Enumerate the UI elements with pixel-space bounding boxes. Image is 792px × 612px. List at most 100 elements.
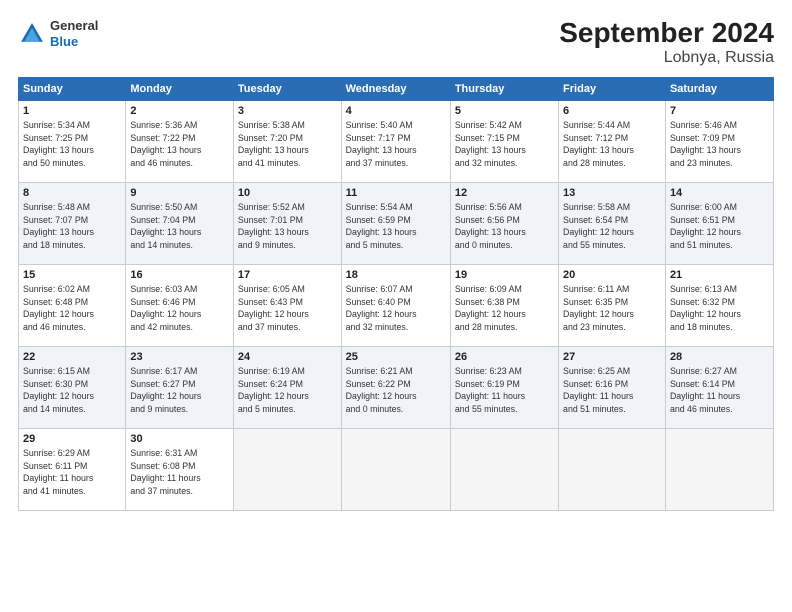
- day-number: 5: [455, 105, 554, 117]
- day-number: 1: [23, 105, 121, 117]
- table-row: [341, 428, 450, 510]
- logo-icon: [18, 20, 46, 48]
- day-info: Sunrise: 5:42 AM Sunset: 7:15 PM Dayligh…: [455, 119, 554, 170]
- day-info: Sunrise: 6:03 AM Sunset: 6:46 PM Dayligh…: [130, 283, 229, 334]
- day-number: 14: [670, 187, 769, 199]
- table-row: 3Sunrise: 5:38 AM Sunset: 7:20 PM Daylig…: [233, 100, 341, 182]
- col-sunday: Sunday: [19, 77, 126, 100]
- calendar-header-row: Sunday Monday Tuesday Wednesday Thursday…: [19, 77, 774, 100]
- table-row: 6 Sunrise: 5:44 AM Sunset: 7:12 PM Daylig…: [559, 100, 666, 182]
- day-info: Sunrise: 5:36 AM Sunset: 7:22 PM Dayligh…: [130, 119, 229, 170]
- table-row: [559, 428, 666, 510]
- day-info: Sunrise: 6:19 AM Sunset: 6:24 PM Dayligh…: [238, 365, 337, 416]
- day-number: 27: [563, 351, 661, 363]
- day-info: Sunrise: 6:21 AM Sunset: 6:22 PM Dayligh…: [346, 365, 446, 416]
- day-number: 21: [670, 269, 769, 281]
- table-row: 12 Sunrise: 5:56 AM Sunset: 6:56 PM Dayli…: [450, 182, 558, 264]
- table-row: 10Sunrise: 5:52 AM Sunset: 7:01 PM Dayli…: [233, 182, 341, 264]
- logo-blue: Blue: [50, 34, 98, 50]
- col-friday: Friday: [559, 77, 666, 100]
- table-row: 20Sunrise: 6:11 AM Sunset: 6:35 PM Dayli…: [559, 264, 666, 346]
- table-row: 26 Sunrise: 6:23 AM Sunset: 6:19 PM Dayli…: [450, 346, 558, 428]
- table-row: 24 Sunrise: 6:19 AM Sunset: 6:24 PM Dayli…: [233, 346, 341, 428]
- day-info: Sunrise: 5:34 AM Sunset: 7:25 PM Dayligh…: [23, 119, 121, 170]
- day-number: 9: [130, 187, 229, 199]
- calendar-week-row: 1 Sunrise: 5:34 AM Sunset: 7:25 PM Daylig…: [19, 100, 774, 182]
- day-info: Sunrise: 5:40 AM Sunset: 7:17 PM Dayligh…: [346, 119, 446, 170]
- day-info: Sunrise: 6:09 AM Sunset: 6:38 PM Dayligh…: [455, 283, 554, 334]
- day-number: 8: [23, 187, 121, 199]
- table-row: 7 Sunrise: 5:46 AM Sunset: 7:09 PM Daylig…: [665, 100, 773, 182]
- col-wednesday: Wednesday: [341, 77, 450, 100]
- day-info: Sunrise: 6:23 AM Sunset: 6:19 PM Dayligh…: [455, 365, 554, 416]
- table-row: 23 Sunrise: 6:17 AM Sunset: 6:27 PM Dayli…: [126, 346, 234, 428]
- day-info: Sunrise: 6:00 AM Sunset: 6:51 PM Dayligh…: [670, 201, 769, 252]
- table-row: 1 Sunrise: 5:34 AM Sunset: 7:25 PM Daylig…: [19, 100, 126, 182]
- day-number: 24: [238, 351, 337, 363]
- day-info: Sunrise: 5:52 AM Sunset: 7:01 PM Dayligh…: [238, 201, 337, 252]
- day-info: Sunrise: 5:46 AM Sunset: 7:09 PM Dayligh…: [670, 119, 769, 170]
- day-info: Sunrise: 6:27 AM Sunset: 6:14 PM Dayligh…: [670, 365, 769, 416]
- day-info: Sunrise: 6:29 AM Sunset: 6:11 PM Dayligh…: [23, 447, 121, 498]
- day-info: Sunrise: 5:50 AM Sunset: 7:04 PM Dayligh…: [130, 201, 229, 252]
- day-info: Sunrise: 6:05 AM Sunset: 6:43 PM Dayligh…: [238, 283, 337, 334]
- day-info: Sunrise: 6:17 AM Sunset: 6:27 PM Dayligh…: [130, 365, 229, 416]
- calendar-week-row: 22 Sunrise: 6:15 AM Sunset: 6:30 PM Dayli…: [19, 346, 774, 428]
- day-number: 6: [563, 105, 661, 117]
- title-area: September 2024 Lobnya, Russia: [559, 18, 774, 67]
- header: General Blue September 2024 Lobnya, Russ…: [18, 18, 774, 67]
- table-row: 22 Sunrise: 6:15 AM Sunset: 6:30 PM Dayli…: [19, 346, 126, 428]
- table-row: 28Sunrise: 6:27 AM Sunset: 6:14 PM Dayli…: [665, 346, 773, 428]
- day-number: 15: [23, 269, 121, 281]
- day-number: 4: [346, 105, 446, 117]
- calendar-week-row: 8 Sunrise: 5:48 AM Sunset: 7:07 PM Daylig…: [19, 182, 774, 264]
- page-title: September 2024: [559, 18, 774, 49]
- col-monday: Monday: [126, 77, 234, 100]
- table-row: 11 Sunrise: 5:54 AM Sunset: 6:59 PM Dayli…: [341, 182, 450, 264]
- day-info: Sunrise: 5:56 AM Sunset: 6:56 PM Dayligh…: [455, 201, 554, 252]
- day-number: 19: [455, 269, 554, 281]
- day-info: Sunrise: 6:07 AM Sunset: 6:40 PM Dayligh…: [346, 283, 446, 334]
- col-tuesday: Tuesday: [233, 77, 341, 100]
- day-number: 26: [455, 351, 554, 363]
- table-row: [665, 428, 773, 510]
- day-number: 20: [563, 269, 661, 281]
- day-number: 13: [563, 187, 661, 199]
- day-number: 22: [23, 351, 121, 363]
- day-number: 17: [238, 269, 337, 281]
- table-row: 25Sunrise: 6:21 AM Sunset: 6:22 PM Dayli…: [341, 346, 450, 428]
- table-row: 2 Sunrise: 5:36 AM Sunset: 7:22 PM Daylig…: [126, 100, 234, 182]
- page-subtitle: Lobnya, Russia: [559, 49, 774, 67]
- day-info: Sunrise: 5:38 AM Sunset: 7:20 PM Dayligh…: [238, 119, 337, 170]
- day-number: 11: [346, 187, 446, 199]
- table-row: 8 Sunrise: 5:48 AM Sunset: 7:07 PM Daylig…: [19, 182, 126, 264]
- table-row: 17 Sunrise: 6:05 AM Sunset: 6:43 PM Dayli…: [233, 264, 341, 346]
- table-row: 13 Sunrise: 5:58 AM Sunset: 6:54 PM Dayli…: [559, 182, 666, 264]
- day-number: 30: [130, 433, 229, 445]
- page: General Blue September 2024 Lobnya, Russ…: [0, 0, 792, 612]
- day-number: 7: [670, 105, 769, 117]
- day-number: 23: [130, 351, 229, 363]
- table-row: 5 Sunrise: 5:42 AM Sunset: 7:15 PM Daylig…: [450, 100, 558, 182]
- table-row: 27Sunrise: 6:25 AM Sunset: 6:16 PM Dayli…: [559, 346, 666, 428]
- day-number: 12: [455, 187, 554, 199]
- day-info: Sunrise: 5:54 AM Sunset: 6:59 PM Dayligh…: [346, 201, 446, 252]
- day-info: Sunrise: 5:44 AM Sunset: 7:12 PM Dayligh…: [563, 119, 661, 170]
- day-info: Sunrise: 6:31 AM Sunset: 6:08 PM Dayligh…: [130, 447, 229, 498]
- day-info: Sunrise: 6:02 AM Sunset: 6:48 PM Dayligh…: [23, 283, 121, 334]
- day-info: Sunrise: 5:58 AM Sunset: 6:54 PM Dayligh…: [563, 201, 661, 252]
- day-info: Sunrise: 6:13 AM Sunset: 6:32 PM Dayligh…: [670, 283, 769, 334]
- col-thursday: Thursday: [450, 77, 558, 100]
- col-saturday: Saturday: [665, 77, 773, 100]
- logo-general: General: [50, 18, 98, 34]
- day-info: Sunrise: 5:48 AM Sunset: 7:07 PM Dayligh…: [23, 201, 121, 252]
- day-info: Sunrise: 6:15 AM Sunset: 6:30 PM Dayligh…: [23, 365, 121, 416]
- table-row: 15 Sunrise: 6:02 AM Sunset: 6:48 PM Dayli…: [19, 264, 126, 346]
- calendar-week-row: 29Sunrise: 6:29 AM Sunset: 6:11 PM Dayli…: [19, 428, 774, 510]
- day-number: 2: [130, 105, 229, 117]
- calendar-week-row: 15 Sunrise: 6:02 AM Sunset: 6:48 PM Dayli…: [19, 264, 774, 346]
- calendar: Sunday Monday Tuesday Wednesday Thursday…: [18, 77, 774, 511]
- table-row: [233, 428, 341, 510]
- logo: General Blue: [18, 18, 98, 49]
- table-row: 18Sunrise: 6:07 AM Sunset: 6:40 PM Dayli…: [341, 264, 450, 346]
